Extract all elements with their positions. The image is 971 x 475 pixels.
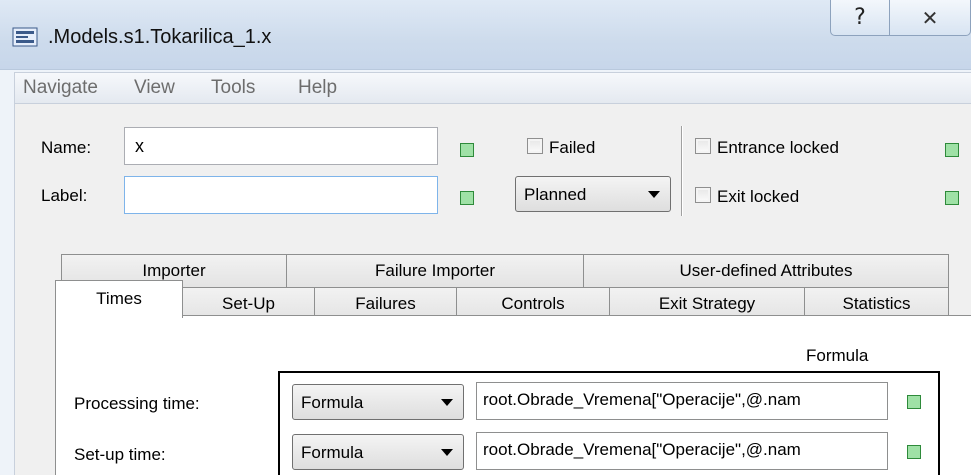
name-value: x <box>135 136 144 156</box>
tab-label: Times <box>96 289 142 308</box>
exit-locked-label: Exit locked <box>717 187 800 206</box>
exit-locked-checkbox[interactable] <box>695 187 711 203</box>
menu-navigate[interactable]: Navigate <box>23 77 98 99</box>
chevron-down-icon <box>648 191 660 198</box>
tab-failure-importer[interactable]: Failure Importer <box>286 254 584 288</box>
menu-tools[interactable]: Tools <box>211 77 255 99</box>
tab-label: User-defined Attributes <box>679 261 853 280</box>
failed-label: Failed <box>549 138 596 157</box>
entrance-locked-checkbox[interactable] <box>695 138 711 154</box>
name-inherit-indicator[interactable] <box>460 143 474 157</box>
tab-label: Controls <box>501 294 565 313</box>
window-title: .Models.s1.Tokarilica_1.x <box>48 26 272 48</box>
formula-highlight-frame <box>278 371 940 475</box>
tab-times[interactable]: Times <box>55 280 183 318</box>
processing-time-label: Processing time: <box>74 394 200 413</box>
label-inherit-indicator[interactable] <box>460 191 474 205</box>
exit-locked-inherit-indicator[interactable] <box>945 191 959 205</box>
name-label: Name: <box>41 138 92 157</box>
tab-label: Importer <box>142 261 206 280</box>
tab-user-defined-attributes[interactable]: User-defined Attributes <box>583 254 949 288</box>
tab-label: Failure Importer <box>375 261 495 280</box>
window-app-icon <box>12 27 38 47</box>
failed-checkbox[interactable] <box>527 138 543 154</box>
help-icon: ? <box>854 5 866 30</box>
entrance-locked-label: Entrance locked <box>717 138 839 157</box>
menu-bar: Navigate View Tools Help <box>14 72 971 104</box>
menu-help[interactable]: Help <box>298 77 337 99</box>
tab-label: Set-Up <box>222 294 275 313</box>
entrance-locked-inherit-indicator[interactable] <box>945 143 959 157</box>
title-bar: .Models.s1.Tokarilica_1.x ? ✕ <box>0 0 971 70</box>
label-label: Label: <box>41 186 88 205</box>
close-icon: ✕ <box>921 5 939 30</box>
tab-label: Exit Strategy <box>658 294 756 313</box>
vertical-divider <box>681 126 683 216</box>
tab-label: Statistics <box>842 294 911 313</box>
planned-value: Planned <box>524 185 587 204</box>
planned-dropdown[interactable]: Planned <box>515 176 671 212</box>
label-input[interactable] <box>124 176 438 214</box>
formula-column-header: Formula <box>806 346 869 365</box>
setup-time-label: Set-up time: <box>74 445 166 464</box>
tab-label: Failures <box>355 294 416 313</box>
help-button[interactable]: ? <box>830 0 890 36</box>
menu-view[interactable]: View <box>134 77 175 99</box>
name-input[interactable]: x <box>124 127 438 165</box>
close-button[interactable]: ✕ <box>889 0 971 36</box>
